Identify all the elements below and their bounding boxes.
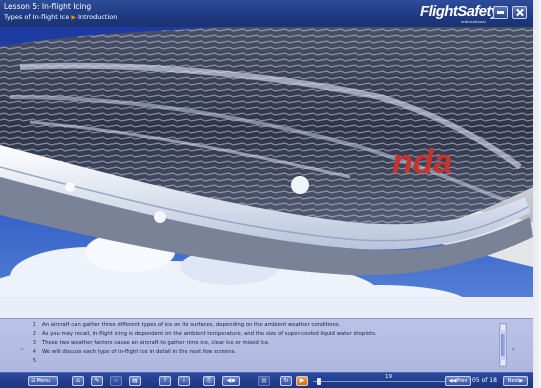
resources-button[interactable]: ⎘	[203, 376, 215, 386]
help-icon: ?	[163, 377, 167, 384]
breadcrumb-section: Types of In-flight Ice	[4, 13, 70, 21]
breadcrumb-arrow-icon: ▶	[71, 13, 76, 21]
replay-button[interactable]: ↻	[280, 376, 292, 386]
transcript-right-handle-icon[interactable]: ▶	[512, 346, 515, 351]
lesson-window: Lesson 5: In-flight Icing Types of In-fl…	[0, 0, 533, 388]
line-number: 4	[32, 348, 36, 355]
page-total: 18	[489, 377, 497, 384]
line-text: We will discuss each type of in-flight i…	[42, 348, 237, 355]
transcript-line: 3 These two weather factors cause an air…	[27, 339, 497, 348]
line-number: 2	[32, 331, 36, 338]
line-text: An aircraft can gather three different t…	[42, 322, 341, 329]
next-button[interactable]: Next▶	[503, 376, 528, 386]
progress-slider[interactable]	[313, 378, 455, 385]
resources-icon: ⎘	[206, 377, 212, 384]
scroll-thumb[interactable]	[501, 334, 505, 356]
next-icon: ▶	[519, 378, 524, 384]
progress-slider-knob[interactable]	[317, 378, 321, 385]
transcript-line: 2 As you may recall, in-flight icing is …	[27, 330, 497, 339]
transcript-panel: ◀ 1 An aircraft can gather three differe…	[0, 318, 533, 372]
audio-icon: ◀▪	[226, 377, 236, 384]
page-current: 05	[472, 377, 480, 384]
page-of: of	[481, 377, 488, 384]
iced-wing-illustration: nda	[0, 27, 533, 318]
line-number: 3	[32, 339, 36, 346]
info-button[interactable]: i	[178, 376, 190, 386]
line-text: These two weather factors cause an aircr…	[42, 339, 270, 346]
play-button[interactable]: ▶	[296, 376, 308, 386]
transcript-line: 5	[27, 356, 497, 365]
line-number: 1	[32, 322, 36, 329]
replay-icon: ↻	[283, 377, 289, 384]
line-text: As you may recall, in-flight icing is de…	[42, 331, 377, 338]
info-icon: i	[183, 377, 185, 384]
audio-button[interactable]: ◀▪	[222, 376, 240, 386]
navigation-toolbar: ☰Menu ⌂ ✎ ≡ ▤ ? i ⎘ ◀▪ ■ ↻ ▶ 19 ◀◀Prev 0…	[0, 372, 533, 388]
print-button[interactable]: ▤	[129, 376, 141, 386]
print-icon: ▤	[132, 377, 138, 384]
glossary-button[interactable]: ≡	[110, 376, 122, 386]
prev-label: Prev	[456, 378, 468, 384]
prev-button[interactable]: ◀◀Prev	[445, 376, 471, 386]
position-counter: 19	[385, 374, 392, 380]
lesson-image: nda	[0, 27, 533, 318]
title-bar: Lesson 5: In-flight Icing Types of In-fl…	[0, 0, 533, 27]
lesson-title: Lesson 5: In-flight Icing	[4, 2, 92, 11]
transcript-left-handle-icon[interactable]: ◀	[20, 346, 23, 351]
line-number: 5	[32, 357, 36, 364]
bookmark-icon: ✎	[94, 377, 100, 384]
menu-icon: ☰	[31, 378, 36, 384]
minimize-button[interactable]	[493, 6, 508, 19]
help-button[interactable]: ?	[159, 376, 171, 386]
brand-subtitle: international	[461, 20, 486, 24]
transcript-lines: 1 An aircraft can gather three different…	[27, 321, 497, 365]
play-icon: ▶	[299, 377, 305, 384]
next-label: Next	[507, 378, 520, 384]
home-button[interactable]: ⌂	[72, 376, 84, 386]
menu-label: Menu	[36, 378, 51, 384]
stop-button[interactable]: ■	[258, 376, 270, 386]
home-icon: ⌂	[76, 377, 80, 384]
window-edge	[533, 0, 541, 388]
livery-text: nda	[392, 143, 452, 181]
close-button[interactable]	[512, 6, 527, 19]
brand-logo: FlightSafety	[420, 3, 499, 20]
transcript-scrollbar[interactable]	[499, 323, 507, 367]
transcript-line: 1 An aircraft can gather three different…	[27, 321, 497, 330]
stop-icon: ■	[261, 377, 267, 384]
transcript-line: 4 We will discuss each type of in-flight…	[27, 347, 497, 356]
breadcrumb-page: Introduction	[77, 13, 118, 21]
scroll-up-icon[interactable]	[501, 325, 505, 330]
breadcrumb: Types of In-flight Ice ▶ Introduction	[4, 13, 117, 21]
menu-button[interactable]: ☰Menu	[28, 376, 58, 386]
page-indicator: 05 of 18	[472, 377, 497, 384]
bookmark-button[interactable]: ✎	[91, 376, 103, 386]
glossary-icon: ≡	[113, 377, 119, 384]
scroll-down-icon[interactable]	[501, 360, 505, 365]
